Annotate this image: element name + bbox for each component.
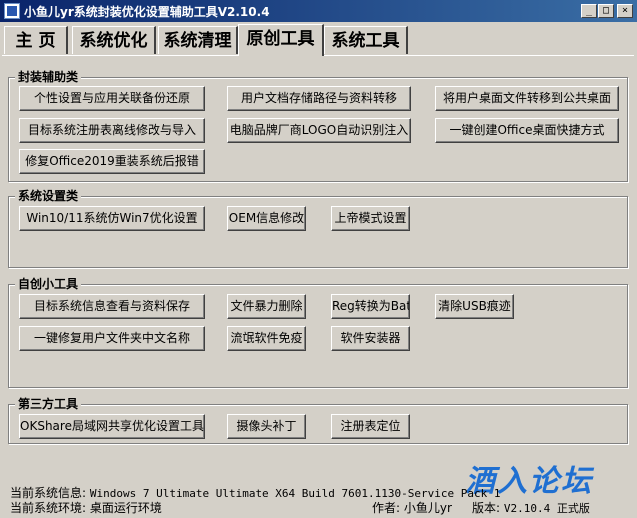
title-bar: 小鱼儿yr系统封装优化设置辅助工具V2.10.4 _ □ × [0,0,637,22]
status-system-env: 当前系统环境: 桌面运行环境 [10,499,162,516]
win7-style-button[interactable]: Win10/11系统仿Win7优化设置 [19,206,205,231]
minimize-button[interactable]: _ [581,4,597,18]
fix-office-button[interactable]: 修复Office2019重装系统后报错 [19,149,205,174]
okshare-button[interactable]: OKShare局域网共享优化设置工具 [19,414,205,439]
camera-patch-button[interactable]: 摄像头补丁 [227,414,306,439]
tab-original-tools[interactable]: 原创工具 [238,24,324,56]
user-docs-path-button[interactable]: 用户文档存储路径与资料转移 [227,86,411,111]
software-installer-button[interactable]: 软件安装器 [331,326,410,351]
office-shortcut-button[interactable]: 一键创建Office桌面快捷方式 [435,118,619,143]
oem-info-button[interactable]: OEM信息修改 [227,206,306,231]
tab-system-optimize[interactable]: 系统优化 [72,26,156,54]
sysinfo-save-button[interactable]: 目标系统信息查看与资料保存 [19,294,205,319]
tab-system-clean[interactable]: 系统清理 [158,26,238,54]
status-version: 版本: V2.10.4 正式版 [472,499,590,516]
group-original-tools: 自创小工具 目标系统信息查看与资料保存 文件暴力删除 Reg转换为Bat 清除U… [8,276,628,388]
group-third-party: 第三方工具 OKShare局域网共享优化设置工具 摄像头补丁 注册表定位 [8,396,628,444]
group-thirdparty-title: 第三方工具 [15,396,82,412]
app-icon[interactable] [4,3,20,19]
force-delete-button[interactable]: 文件暴力删除 [227,294,306,319]
clear-usb-button[interactable]: 清除USB痕迹 [435,294,514,319]
reg-to-bat-button[interactable]: Reg转换为Bat [331,294,410,319]
status-author: 作者: 小鱼儿yr [372,499,452,516]
god-mode-button[interactable]: 上帝模式设置 [331,206,410,231]
version-label: 版本: [472,501,501,515]
oem-logo-inject-button[interactable]: 电脑品牌厂商LOGO自动识别注入 [227,118,411,143]
version-value: V2.10.4 正式版 [503,502,590,515]
group-packaging-title: 封装辅助类 [15,69,82,85]
group-system-settings: 系统设置类 Win10/11系统仿Win7优化设置 OEM信息修改 上帝模式设置 [8,188,628,268]
tab-system-tools[interactable]: 系统工具 [324,26,408,54]
group-packaging: 封装辅助类 个性设置与应用关联备份还原 用户文档存储路径与资料转移 将用户桌面文… [8,69,628,182]
status-env-label: 当前系统环境: [10,501,87,515]
group-original-title: 自创小工具 [15,276,82,292]
desktop-to-public-button[interactable]: 将用户桌面文件转移到公共桌面 [435,86,619,111]
group-system-title: 系统设置类 [15,188,82,204]
registry-locate-button[interactable]: 注册表定位 [331,414,410,439]
registry-offline-button[interactable]: 目标系统注册表离线修改与导入 [19,118,205,143]
author-value: 小鱼儿yr [403,501,452,515]
author-label: 作者: [372,501,401,515]
malware-immune-button[interactable]: 流氓软件免疫 [227,326,306,351]
tab-home[interactable]: 主 页 [4,26,68,54]
fix-user-folder-button[interactable]: 一键修复用户文件夹中文名称 [19,326,205,351]
close-button[interactable]: × [617,4,633,18]
maximize-button[interactable]: □ [598,4,614,18]
status-info-label: 当前系统信息: [10,486,87,500]
backup-restore-button[interactable]: 个性设置与应用关联备份还原 [19,86,205,111]
status-env-value: 桌面运行环境 [89,501,162,515]
window-title: 小鱼儿yr系统封装优化设置辅助工具V2.10.4 [24,5,270,19]
